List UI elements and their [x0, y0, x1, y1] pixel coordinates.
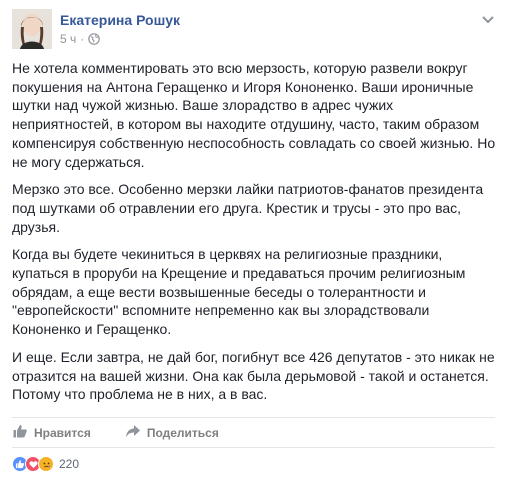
post-body: Не хотела комментировать это всю мерзост…	[12, 59, 498, 413]
globe-icon[interactable]	[88, 33, 101, 45]
like-button[interactable]: Нравится	[12, 423, 91, 442]
meta-separator: ·	[80, 32, 85, 46]
post-paragraph: Не хотела комментировать это всю мерзост…	[12, 60, 496, 170]
sad-icon	[38, 456, 54, 472]
post-paragraph: Мерзко это все. Особенно мерзки лайки па…	[12, 181, 484, 235]
author-name[interactable]: Екатерина Рошук	[60, 12, 180, 28]
like-label: Нравится	[34, 425, 91, 440]
share-label: Поделиться	[146, 425, 219, 440]
share-icon	[125, 423, 147, 442]
share-button[interactable]: Поделиться	[125, 423, 219, 442]
avatar[interactable]	[12, 9, 52, 49]
post-card: Екатерина Рошук 5 ч · Не хотела комменти…	[0, 0, 507, 483]
post-paragraph: Когда вы будете чекиниться в церквях на …	[12, 246, 466, 338]
divider	[12, 417, 495, 418]
thumbs-up-icon	[12, 423, 34, 442]
action-bar: Нравится Поделиться	[12, 420, 253, 445]
post-paragraph: И еще. Если завтра, не дай бог, погибнут…	[12, 348, 495, 403]
reaction-count: 220	[59, 457, 80, 471]
divider	[12, 447, 495, 448]
reactions-summary[interactable]: 220	[12, 456, 79, 472]
post-meta: 5 ч ·	[60, 32, 101, 46]
post-timestamp[interactable]: 5 ч	[60, 32, 76, 46]
chevron-down-icon[interactable]	[481, 12, 495, 24]
